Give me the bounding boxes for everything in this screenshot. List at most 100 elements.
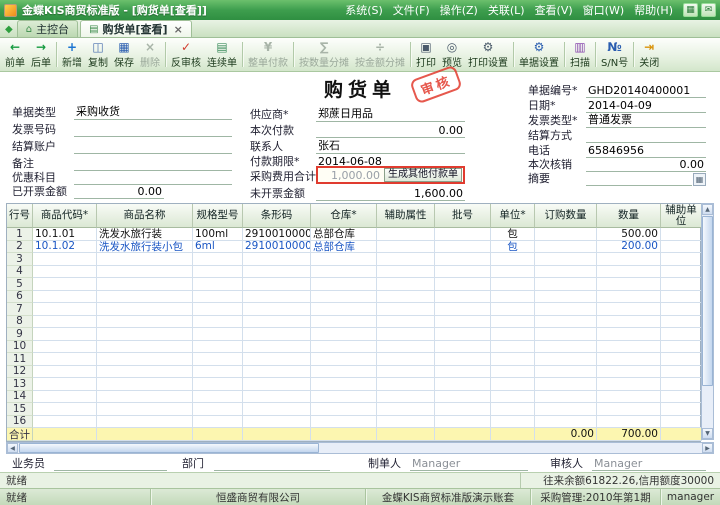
table-cell[interactable]: [33, 291, 97, 304]
continuous-doc-button[interactable]: ▤连续单: [204, 39, 240, 70]
table-cell[interactable]: [491, 366, 535, 379]
table-cell[interactable]: [377, 266, 435, 279]
table-header-cell[interactable]: 条形码: [243, 204, 311, 228]
scroll-down-icon[interactable]: ▼: [702, 428, 713, 439]
row-number-cell[interactable]: 15: [7, 403, 33, 416]
copy-button[interactable]: ◫复制: [85, 39, 111, 70]
field-value[interactable]: 普通发票: [586, 111, 706, 128]
table-cell[interactable]: [535, 266, 597, 279]
field-value[interactable]: 张石: [316, 137, 465, 154]
table-cell[interactable]: [377, 378, 435, 391]
table-cell[interactable]: [661, 303, 702, 316]
table-cell[interactable]: [535, 228, 597, 241]
table-cell[interactable]: [491, 278, 535, 291]
row-number-cell[interactable]: 9: [7, 328, 33, 341]
table-cell[interactable]: [193, 303, 243, 316]
table-cell[interactable]: [535, 253, 597, 266]
field-value[interactable]: 1,000.00: [318, 169, 384, 182]
field-value[interactable]: [54, 458, 167, 471]
table-cell[interactable]: [97, 291, 193, 304]
table-cell[interactable]: 10.1.01: [33, 228, 97, 241]
table-cell[interactable]: [311, 341, 377, 354]
scroll-track[interactable]: [319, 443, 702, 453]
table-cell[interactable]: [243, 341, 311, 354]
table-cell[interactable]: [535, 416, 597, 429]
table-cell[interactable]: [33, 278, 97, 291]
save-button[interactable]: ▦保存: [111, 39, 137, 70]
table-cell[interactable]: [661, 291, 702, 304]
table-header-cell[interactable]: 辅助属性: [377, 204, 435, 228]
table-cell[interactable]: [97, 353, 193, 366]
scroll-thumb[interactable]: [702, 216, 713, 386]
table-header-cell[interactable]: 订购数量: [535, 204, 597, 228]
table-cell[interactable]: [243, 416, 311, 429]
scroll-thumb[interactable]: [19, 443, 319, 453]
table-cell[interactable]: [435, 303, 491, 316]
table-cell[interactable]: [193, 253, 243, 266]
table-cell[interactable]: 包: [491, 228, 535, 241]
table-cell[interactable]: 6ml: [193, 241, 243, 254]
scroll-up-icon[interactable]: ▲: [702, 204, 713, 215]
table-cell[interactable]: [535, 316, 597, 329]
table-cell[interactable]: [597, 253, 661, 266]
table-cell[interactable]: [33, 416, 97, 429]
table-cell[interactable]: [435, 391, 491, 404]
table-cell[interactable]: [597, 403, 661, 416]
table-cell[interactable]: 100ml: [193, 228, 243, 241]
table-cell[interactable]: 10.1.02: [33, 241, 97, 254]
table-cell[interactable]: [535, 341, 597, 354]
table-cell[interactable]: [243, 278, 311, 291]
table-cell[interactable]: [97, 328, 193, 341]
table-cell[interactable]: [435, 366, 491, 379]
v-scrollbar[interactable]: ▲ ▼: [701, 203, 714, 440]
field-value[interactable]: [74, 124, 232, 137]
table-cell[interactable]: [491, 328, 535, 341]
table-cell[interactable]: [243, 266, 311, 279]
table-cell[interactable]: [597, 291, 661, 304]
table-header-cell[interactable]: 辅助单位: [661, 204, 702, 228]
table-cell[interactable]: 包: [491, 241, 535, 254]
table-cell[interactable]: [377, 353, 435, 366]
table-cell[interactable]: [491, 391, 535, 404]
table-cell[interactable]: [435, 228, 491, 241]
table-cell[interactable]: [193, 416, 243, 429]
table-cell[interactable]: [377, 291, 435, 304]
table-cell[interactable]: [597, 353, 661, 366]
table-cell[interactable]: [661, 228, 702, 241]
table-cell[interactable]: 总部仓库: [311, 228, 377, 241]
table-cell[interactable]: [535, 353, 597, 366]
table-cell[interactable]: [97, 303, 193, 316]
table-cell[interactable]: [435, 378, 491, 391]
field-value[interactable]: [586, 130, 706, 143]
field-value[interactable]: 0.00: [316, 124, 465, 138]
table-cell[interactable]: [97, 278, 193, 291]
table-cell[interactable]: [661, 378, 702, 391]
table-cell[interactable]: [193, 291, 243, 304]
table-cell[interactable]: [491, 266, 535, 279]
table-cell[interactable]: [597, 278, 661, 291]
table-cell[interactable]: [33, 353, 97, 366]
tabbar-menu-icon[interactable]: ◆: [5, 24, 13, 35]
table-header-cell[interactable]: 商品代码*: [33, 204, 97, 228]
table-cell[interactable]: [597, 316, 661, 329]
table-cell[interactable]: [97, 366, 193, 379]
table-cell[interactable]: [597, 378, 661, 391]
table-cell[interactable]: 洗发水旅行装小包: [97, 241, 193, 254]
table-cell[interactable]: [377, 228, 435, 241]
table-cell[interactable]: [377, 328, 435, 341]
table-cell[interactable]: [597, 391, 661, 404]
table-header-cell[interactable]: 批号: [435, 204, 491, 228]
table-cell[interactable]: [377, 278, 435, 291]
table-cell[interactable]: [435, 328, 491, 341]
table-cell[interactable]: [97, 378, 193, 391]
table-cell[interactable]: [597, 266, 661, 279]
table-cell[interactable]: [661, 316, 702, 329]
tab-home[interactable]: ⌂ 主控台: [17, 20, 78, 37]
print-button[interactable]: ▣打印: [413, 39, 439, 70]
table-cell[interactable]: [377, 366, 435, 379]
table-cell[interactable]: [491, 291, 535, 304]
table-cell[interactable]: [435, 403, 491, 416]
table-cell[interactable]: [661, 278, 702, 291]
table-cell[interactable]: [311, 391, 377, 404]
table-cell[interactable]: [661, 241, 702, 254]
